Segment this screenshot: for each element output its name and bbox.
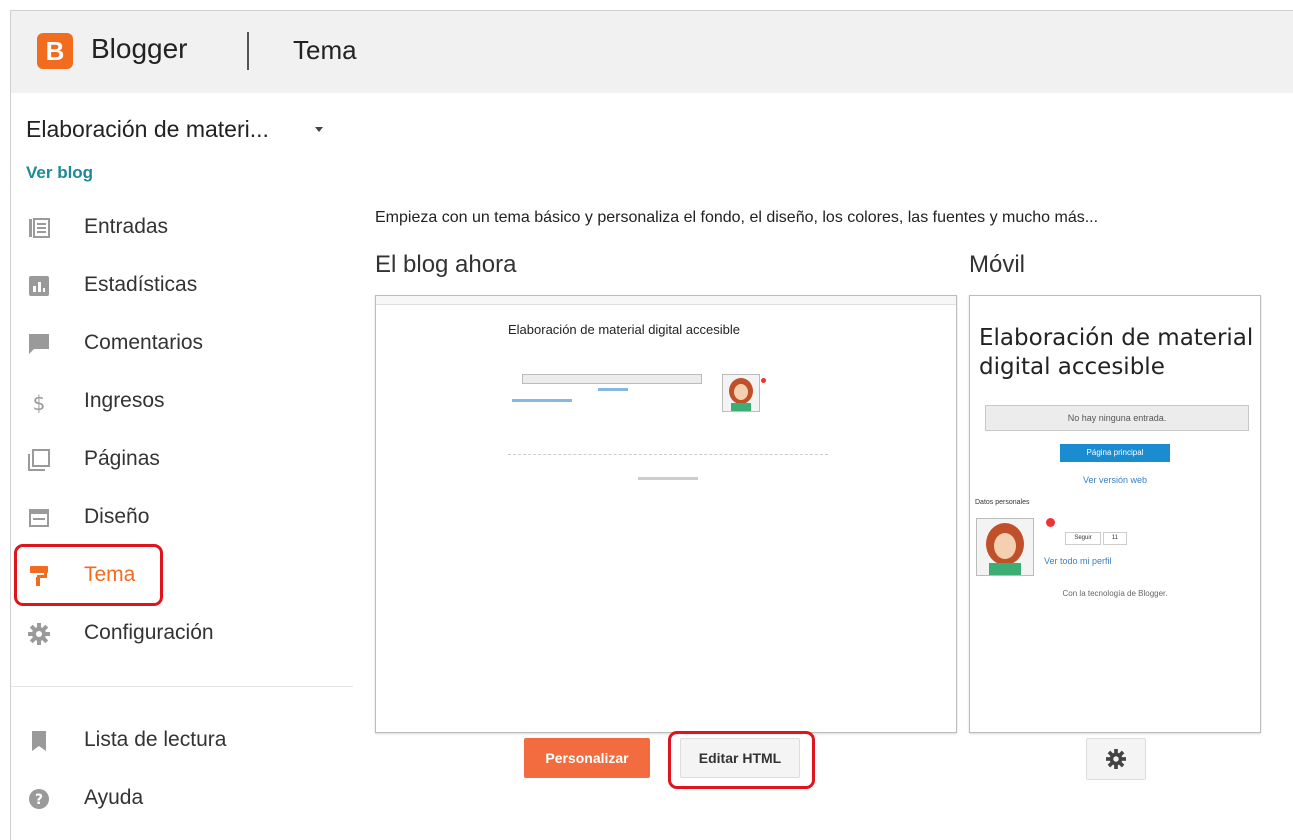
powered-by-text: Con la tecnología de Blogger. <box>1062 589 1168 598</box>
sidebar-item-ingresos[interactable]: $ Ingresos <box>11 381 351 421</box>
sidebar-item-label: Lista de lectura <box>84 728 227 751</box>
mobile-theme-preview[interactable]: Elaboración de material digital accesibl… <box>969 295 1261 733</box>
avatar-illustration-icon <box>986 523 1024 575</box>
full-profile-link[interactable]: Ver todo mi perfil <box>1044 556 1112 566</box>
no-posts-box: No hay ninguna entrada. <box>985 405 1249 431</box>
desktop-theme-preview[interactable]: Elaboración de material digital accesibl… <box>375 295 957 733</box>
home-page-button[interactable]: Página principal <box>1060 444 1170 462</box>
avatar <box>722 374 760 412</box>
help-icon: ? <box>29 789 49 809</box>
svg-text:?: ? <box>35 792 43 808</box>
stats-icon <box>29 276 49 296</box>
brand-name[interactable]: Blogger <box>91 33 188 65</box>
layout-icon <box>29 509 49 527</box>
preview-divider <box>508 454 828 455</box>
sidebar-item-label: Configuración <box>84 621 214 644</box>
svg-text:$: $ <box>33 391 46 413</box>
sidebar-item-lista-lectura[interactable]: Lista de lectura <box>11 720 351 760</box>
profile-dot <box>761 378 766 383</box>
sidebar-item-label: Estadísticas <box>84 273 198 296</box>
bookmark-icon <box>32 731 46 751</box>
follow-button[interactable]: Seguir <box>1065 532 1101 545</box>
pages-icon <box>28 449 50 471</box>
sidebar-item-label: Ingresos <box>84 389 165 412</box>
preview-empty-box <box>522 374 702 384</box>
sidebar-item-configuracion[interactable]: Configuración <box>11 613 351 653</box>
sidebar-item-label: Entradas <box>84 215 169 238</box>
sidebar-item-label: Ayuda <box>84 786 144 809</box>
blogger-logo-icon[interactable]: B <box>37 33 73 69</box>
personal-data-label: Datos personales <box>975 499 1030 506</box>
gear-icon <box>28 623 50 645</box>
header-divider <box>247 32 249 70</box>
sidebar-divider <box>11 686 353 687</box>
avatar <box>976 518 1034 576</box>
top-bar: B Blogger Tema <box>11 11 1293 93</box>
view-blog-link[interactable]: Ver blog <box>26 163 93 183</box>
sidebar-item-ayuda[interactable]: ? Ayuda <box>11 778 351 818</box>
theme-intro-text: Empieza con un tema básico y personaliza… <box>375 209 1099 226</box>
follow-count: 11 <box>1103 532 1127 545</box>
sidebar-item-label: Páginas <box>84 447 160 470</box>
posts-icon <box>29 218 50 238</box>
profile-dot <box>1046 518 1055 527</box>
gear-icon <box>1106 749 1126 769</box>
mobile-settings-button[interactable] <box>1086 738 1146 780</box>
customize-button[interactable]: Personalizar <box>524 738 650 778</box>
sidebar-item-diseno[interactable]: Diseño <box>11 497 351 537</box>
sidebar-item-label: Comentarios <box>84 331 204 354</box>
web-version-link[interactable]: Ver versión web <box>970 475 1260 485</box>
preview-footer-text <box>638 477 698 480</box>
sidebar-item-label: Diseño <box>84 505 150 528</box>
sidebar-item-paginas[interactable]: Páginas <box>11 439 351 479</box>
avatar-illustration-icon <box>729 378 753 411</box>
preview-blog-title: Elaboración de material digital accesibl… <box>508 322 740 337</box>
preview-link <box>598 388 628 391</box>
mobile-blog-title: Elaboración de material digital accesibl… <box>979 325 1254 380</box>
edit-html-highlight-box <box>668 731 815 789</box>
preview-navbar <box>376 296 956 305</box>
page-title: Tema <box>293 35 357 65</box>
sidebar-item-comentarios[interactable]: Comentarios <box>11 323 351 363</box>
dollar-icon: $ <box>33 391 46 413</box>
sidebar-item-estadisticas[interactable]: Estadísticas <box>11 265 351 305</box>
current-blog-heading: El blog ahora <box>375 251 517 278</box>
blog-selector[interactable]: Elaboración de materi... <box>26 116 269 143</box>
preview-link <box>512 399 572 402</box>
sidebar-item-entradas[interactable]: Entradas <box>11 207 351 247</box>
chevron-down-icon[interactable] <box>315 127 323 132</box>
mobile-heading: Móvil <box>969 251 1026 278</box>
comments-icon <box>29 334 49 354</box>
tema-highlight-box <box>14 544 163 606</box>
app-window: B Blogger Tema Elaboración de materi... … <box>10 10 1293 840</box>
